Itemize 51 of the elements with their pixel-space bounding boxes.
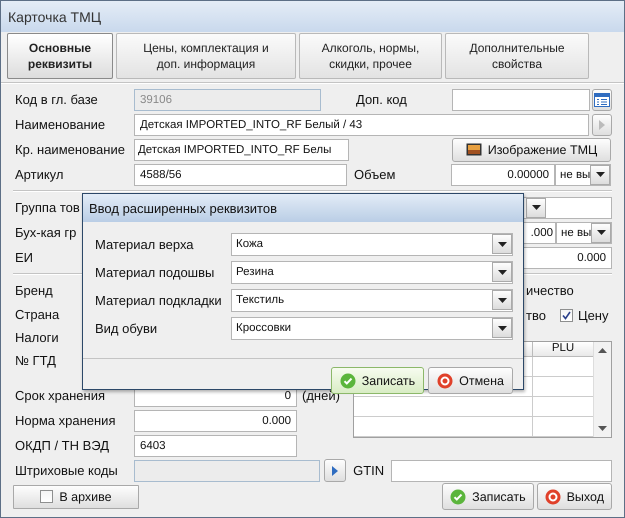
field-label: Бух-кая гр (14, 225, 76, 240)
field-label: Доп. код (355, 92, 407, 107)
archive-checkbox[interactable]: В архиве (13, 484, 139, 508)
field-label: Объем (353, 167, 396, 182)
unit-combo[interactable]: не вы (555, 164, 611, 186)
image-button[interactable]: Изображение ТМЦ (452, 138, 611, 162)
unit-field[interactable]: 0.000 (521, 246, 612, 268)
option-label: ичество (526, 283, 574, 298)
field-label: ОКДП / ТН ВЭД (14, 438, 109, 453)
combo-box[interactable]: Кроссовки (231, 316, 513, 340)
window-title: Карточка ТМЦ (1, 1, 624, 32)
field-label: Кр. наименование (14, 142, 125, 157)
dialog-title: Ввод расширенных реквизитов (83, 194, 523, 222)
tab[interactable]: Основные реквизиты (7, 33, 113, 79)
tab[interactable]: Алкоголь, нормы, скидки, прочее (299, 33, 442, 79)
field-label: Вид обуви (95, 320, 158, 336)
field-label: Артикул (14, 167, 64, 182)
accounting-field[interactable]: .000 (521, 222, 556, 244)
field-label: Группа тов (14, 200, 80, 215)
storage-norm-field[interactable]: 0.000 (134, 410, 297, 432)
save-button[interactable]: Записать (330, 367, 424, 394)
field-label: ЕИ (14, 250, 34, 265)
tab[interactable]: Цены, комплектация и доп. информация (116, 33, 296, 79)
cancel-button[interactable]: Отмена (428, 367, 513, 394)
checkbox-label: Цену (578, 308, 608, 323)
short-name-field[interactable]: Детская IMPORTED_INTO_RF Белы (134, 138, 349, 160)
field-label: Норма хранения (14, 413, 116, 428)
okdp-field[interactable]: 6403 (134, 434, 297, 456)
name-field[interactable]: Детская IMPORTED_INTO_RF Белый / 43 (134, 114, 589, 136)
field-label: Страна (14, 307, 60, 322)
field-label: Материал подкладки (95, 292, 223, 308)
combo-box[interactable]: Резина (231, 260, 513, 284)
field-label: Материал подошвы (95, 264, 216, 280)
field-label: GTIN (353, 463, 386, 478)
field-label: Срок хранения (14, 388, 105, 403)
field-label: Код в гл. базе (14, 92, 98, 107)
save-button[interactable]: Записать (442, 483, 534, 510)
combo-box[interactable]: Кожа (231, 232, 513, 256)
field-label: Наименование (14, 117, 106, 132)
unit-combo[interactable]: не вы (556, 222, 612, 244)
volume-field[interactable]: 0.00000 (451, 164, 555, 186)
combo-box[interactable]: Текстиль (231, 288, 513, 312)
exit-button[interactable]: Выход (536, 483, 612, 510)
option-label: тво (526, 308, 546, 323)
tab[interactable]: Дополнительные свойства (445, 33, 589, 79)
field-label: № ГТД (14, 353, 56, 368)
field-label: Штриховые коды (14, 463, 118, 478)
field-label: Налоги (14, 330, 59, 345)
field-label: Бренд (14, 283, 53, 298)
field-label: Материал верха (95, 236, 195, 252)
article-field[interactable]: 4588/56 (134, 164, 347, 186)
